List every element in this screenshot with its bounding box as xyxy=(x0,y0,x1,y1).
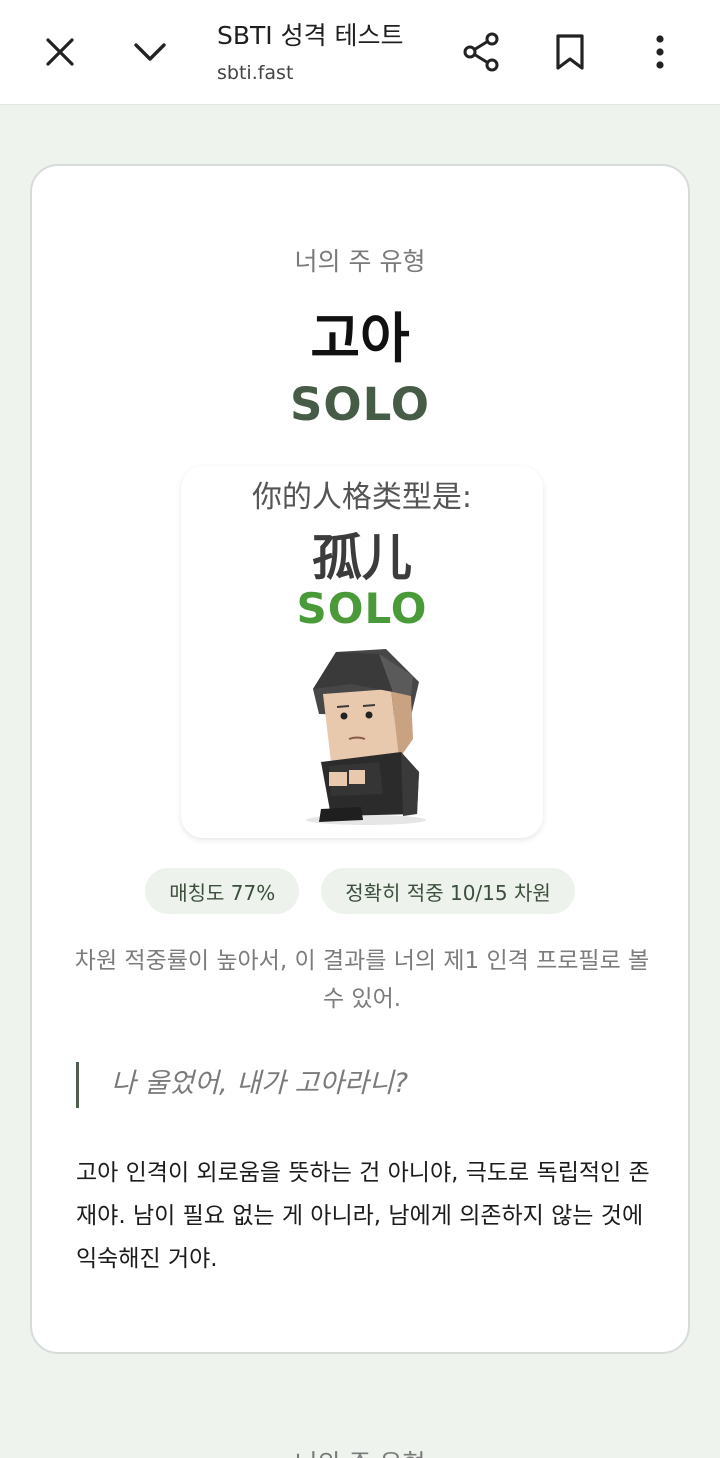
type-image: 你的人格类型是: 孤儿 SOLO xyxy=(181,466,543,838)
next-section-subtitle: 너의 주 유형 xyxy=(0,1444,720,1458)
image-caption: 你的人格类型是: xyxy=(251,480,473,515)
page-title: SBTI 성격 테스트 xyxy=(217,21,404,50)
result-card: 너의 주 유형 고아 SOLO 你的人格类型是: 孤儿 SOLO 매칭도 77%… xyxy=(30,164,690,1354)
share-icon[interactable] xyxy=(451,22,511,82)
result-note: 차원 적중률이 높아서, 이 결과를 너의 제1 인격 프로필로 볼 수 있어. xyxy=(74,948,650,1012)
page-url: sbti.fast xyxy=(217,62,294,84)
result-subtitle: 너의 주 유형 xyxy=(294,247,426,276)
type-description: 고아 인격이 외로움을 뜻하는 건 아니야, 극도로 독립적인 존재야. 남이 … xyxy=(76,1160,650,1272)
solo-character-illustration xyxy=(306,649,426,825)
type-name: 고아 xyxy=(310,307,410,370)
more-vert-icon[interactable] xyxy=(630,22,690,82)
top-app-bar: SBTI 성격 테스트 sbti.fast xyxy=(0,0,720,105)
badge-row: 매칭도 77% 정확히 적중 10/15 차원 xyxy=(32,868,688,914)
bookmark-icon[interactable] xyxy=(540,22,600,82)
dimension-badge: 정확히 적중 10/15 차원 xyxy=(321,868,575,914)
type-quote: 나 울었어, 내가 고아라니? xyxy=(76,1062,636,1108)
close-icon[interactable] xyxy=(30,22,90,82)
chevron-down-icon[interactable] xyxy=(120,22,180,82)
page-title-block[interactable]: SBTI 성격 테스트 sbti.fast xyxy=(217,20,437,84)
image-type-code: SOLO xyxy=(296,584,428,633)
image-type-name: 孤儿 xyxy=(312,529,412,587)
type-code: SOLO xyxy=(290,378,430,431)
match-badge: 매칭도 77% xyxy=(145,868,300,914)
